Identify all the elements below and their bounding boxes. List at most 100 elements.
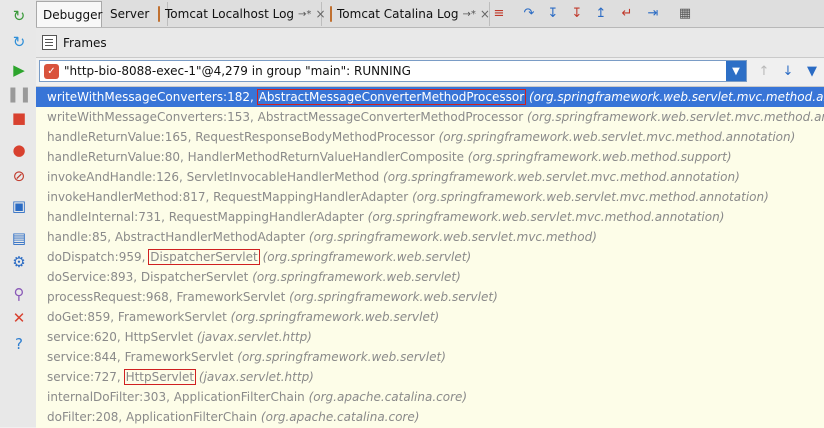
tab-tomcat-catalina-log[interactable]: Tomcat Catalina Log →* × — [324, 2, 490, 26]
frame-class: AbstractMessageConverterMethodProcessor — [256, 89, 527, 105]
frame-row[interactable]: doDispatch:959, DispatcherServlet (org.s… — [36, 247, 824, 267]
log-icon — [330, 6, 332, 22]
rerun-icon[interactable]: ↻ — [8, 6, 30, 26]
frame-method: processRequest:968, — [47, 290, 177, 304]
thread-label: "http-bio-8088-exec-1"@4,279 in group "m… — [64, 64, 411, 78]
thread-dropdown[interactable]: ✓ "http-bio-8088-exec-1"@4,279 in group … — [39, 60, 747, 82]
tab-debugger[interactable]: Debugger — [36, 1, 102, 27]
frames-list: writeWithMessageConverters:182, Abstract… — [36, 86, 824, 428]
resume-icon[interactable]: ▶ — [8, 60, 30, 80]
view-breakpoints-icon[interactable]: ● — [8, 140, 30, 160]
step-into-icon[interactable]: ↧ — [544, 4, 562, 22]
log-icon — [158, 6, 160, 22]
tab-label: Server — [110, 7, 150, 21]
frame-package: (javax.servlet.http) — [198, 370, 314, 384]
frame-method: writeWithMessageConverters:182, — [47, 90, 258, 104]
frame-package: (org.springframework.web.servlet) — [289, 290, 498, 304]
frame-row[interactable]: writeWithMessageConverters:153, Abstract… — [36, 107, 824, 127]
force-step-into-icon[interactable]: ↧ — [568, 4, 586, 22]
frame-method: service:727, — [47, 370, 125, 384]
chevron-down-icon[interactable]: ▼ — [726, 61, 746, 81]
next-frame-icon[interactable]: ↓ — [780, 63, 796, 79]
pin-tab-icon[interactable]: →* — [298, 9, 311, 20]
frame-method: handleReturnValue:165, — [47, 130, 196, 144]
step-out-icon[interactable]: ↥ — [592, 4, 610, 22]
filter-icon[interactable]: ▼ — [804, 63, 820, 79]
pause-icon[interactable]: ❚❚ — [6, 84, 31, 104]
tab-tomcat-localhost-log[interactable]: Tomcat Localhost Log →* × — [152, 2, 326, 26]
frame-row[interactable]: writeWithMessageConverters:182, Abstract… — [36, 87, 824, 107]
frame-class: RequestResponseBodyMethodProcessor — [195, 130, 435, 144]
restore-layout-icon[interactable]: ▤ — [8, 228, 30, 248]
frame-class: ApplicationFilterChain — [173, 390, 305, 404]
frames-icon — [42, 35, 57, 50]
frame-row[interactable]: invokeAndHandle:126, ServletInvocableHan… — [36, 167, 824, 187]
restore-icon[interactable]: ↻ — [8, 32, 30, 52]
frame-class: RequestMappingHandlerAdapter — [213, 190, 409, 204]
frame-package: (org.springframework.web.servlet) — [252, 270, 461, 284]
frame-method: doGet:859, — [47, 310, 118, 324]
run-to-cursor-icon[interactable]: ⇥ — [644, 4, 662, 22]
frame-package: (org.springframework.web.servlet.mvc.met… — [308, 230, 597, 244]
previous-frame-icon[interactable]: ↑ — [756, 63, 772, 79]
frame-package: (org.springframework.web.servlet.mvc.met… — [528, 90, 824, 104]
frames-title: Frames — [63, 35, 107, 50]
frame-method: doFilter:208, — [47, 410, 127, 424]
frame-row[interactable]: handleReturnValue:165, RequestResponseBo… — [36, 127, 824, 147]
frame-row[interactable]: service:727, HttpServlet (javax.servlet.… — [36, 367, 824, 387]
frame-package: (org.apache.catalina.core) — [308, 390, 468, 404]
frame-class: AbstractMessageConverterMethodProcessor — [257, 110, 524, 124]
frame-row[interactable]: invokeHandlerMethod:817, RequestMappingH… — [36, 187, 824, 207]
frame-row[interactable]: handle:85, AbstractHandlerMethodAdapter … — [36, 227, 824, 247]
pin-icon[interactable]: ⚲ — [8, 284, 30, 304]
snapshot-icon[interactable]: ▣ — [8, 196, 30, 216]
frame-class: ApplicationFilterChain — [126, 410, 258, 424]
frame-class: DispatcherServlet — [148, 249, 260, 265]
debugger-side-toolbar: ↻ ↻ ▶ ❚❚ ■ ● ⊘ ▣ ▤ ⚙ ⚲ ✕ ? — [0, 0, 37, 427]
tab-label: Tomcat Catalina Log — [337, 7, 459, 21]
frame-row[interactable]: service:620, HttpServlet (javax.servlet.… — [36, 327, 824, 347]
frame-method: invokeAndHandle:126, — [47, 170, 187, 184]
frame-package: (org.springframework.web.servlet.mvc.met… — [383, 170, 740, 184]
frames-panel-header: Frames — [36, 28, 824, 58]
frame-row[interactable]: internalDoFilter:303, ApplicationFilterC… — [36, 387, 824, 407]
tool-window-tabbar: Debugger Server Tomcat Localhost Log →* … — [36, 0, 824, 28]
frame-row[interactable]: doService:893, DispatcherServlet (org.sp… — [36, 267, 824, 287]
frame-class: AbstractHandlerMethodAdapter — [114, 230, 306, 244]
close-icon[interactable]: ✕ — [8, 308, 30, 328]
step-over-icon[interactable]: ↷ — [520, 4, 538, 22]
frame-class: FrameworkServlet — [117, 310, 227, 324]
frame-row[interactable]: handleInternal:731, RequestMappingHandle… — [36, 207, 824, 227]
frame-row[interactable]: doGet:859, FrameworkServlet (org.springf… — [36, 307, 824, 327]
stop-icon[interactable]: ■ — [8, 108, 30, 128]
frame-class: HttpServlet — [124, 330, 194, 344]
frame-class: HttpServlet — [123, 369, 197, 385]
frame-package: (org.springframework.web.servlet) — [237, 350, 446, 364]
drop-frame-icon[interactable]: ↵ — [618, 4, 636, 22]
frame-package: (org.springframework.web.servlet.mvc.met… — [412, 190, 769, 204]
thread-icon: ✓ — [44, 63, 59, 79]
frame-class: DispatcherServlet — [140, 270, 249, 284]
frame-package: (org.springframework.web.method.support) — [467, 150, 732, 164]
frame-row[interactable]: doFilter:208, ApplicationFilterChain (or… — [36, 407, 824, 427]
frame-package: (org.springframework.web.servlet.mvc.met… — [438, 130, 796, 144]
frame-class: FrameworkServlet — [124, 350, 234, 364]
frame-method: handleReturnValue:80, — [47, 150, 188, 164]
frame-class: RequestMappingHandlerAdapter — [168, 210, 364, 224]
frame-row[interactable]: handleReturnValue:80, HandlerMethodRetur… — [36, 147, 824, 167]
evaluate-expression-icon[interactable]: ▦ — [676, 4, 694, 22]
frame-row[interactable]: service:844, FrameworkServlet (org.sprin… — [36, 347, 824, 367]
mute-breakpoints-icon[interactable]: ⊘ — [8, 166, 30, 186]
frame-method: writeWithMessageConverters:153, — [47, 110, 258, 124]
frame-row[interactable]: processRequest:968, FrameworkServlet (or… — [36, 287, 824, 307]
frame-method: service:844, — [47, 350, 125, 364]
pin-tab-icon[interactable]: →* — [462, 9, 475, 20]
show-execution-point-icon[interactable]: ≡ — [490, 4, 508, 22]
frame-package: (org.apache.catalina.core) — [260, 410, 420, 424]
settings-icon[interactable]: ⚙ — [8, 252, 30, 272]
thread-selector-row: ✓ "http-bio-8088-exec-1"@4,279 in group … — [36, 58, 824, 86]
help-icon[interactable]: ? — [8, 334, 30, 354]
frame-method: doDispatch:959, — [47, 250, 150, 264]
close-tab-icon[interactable]: × — [480, 7, 490, 21]
frame-package: (org.springframework.web.servlet.mvc.met… — [526, 110, 824, 124]
